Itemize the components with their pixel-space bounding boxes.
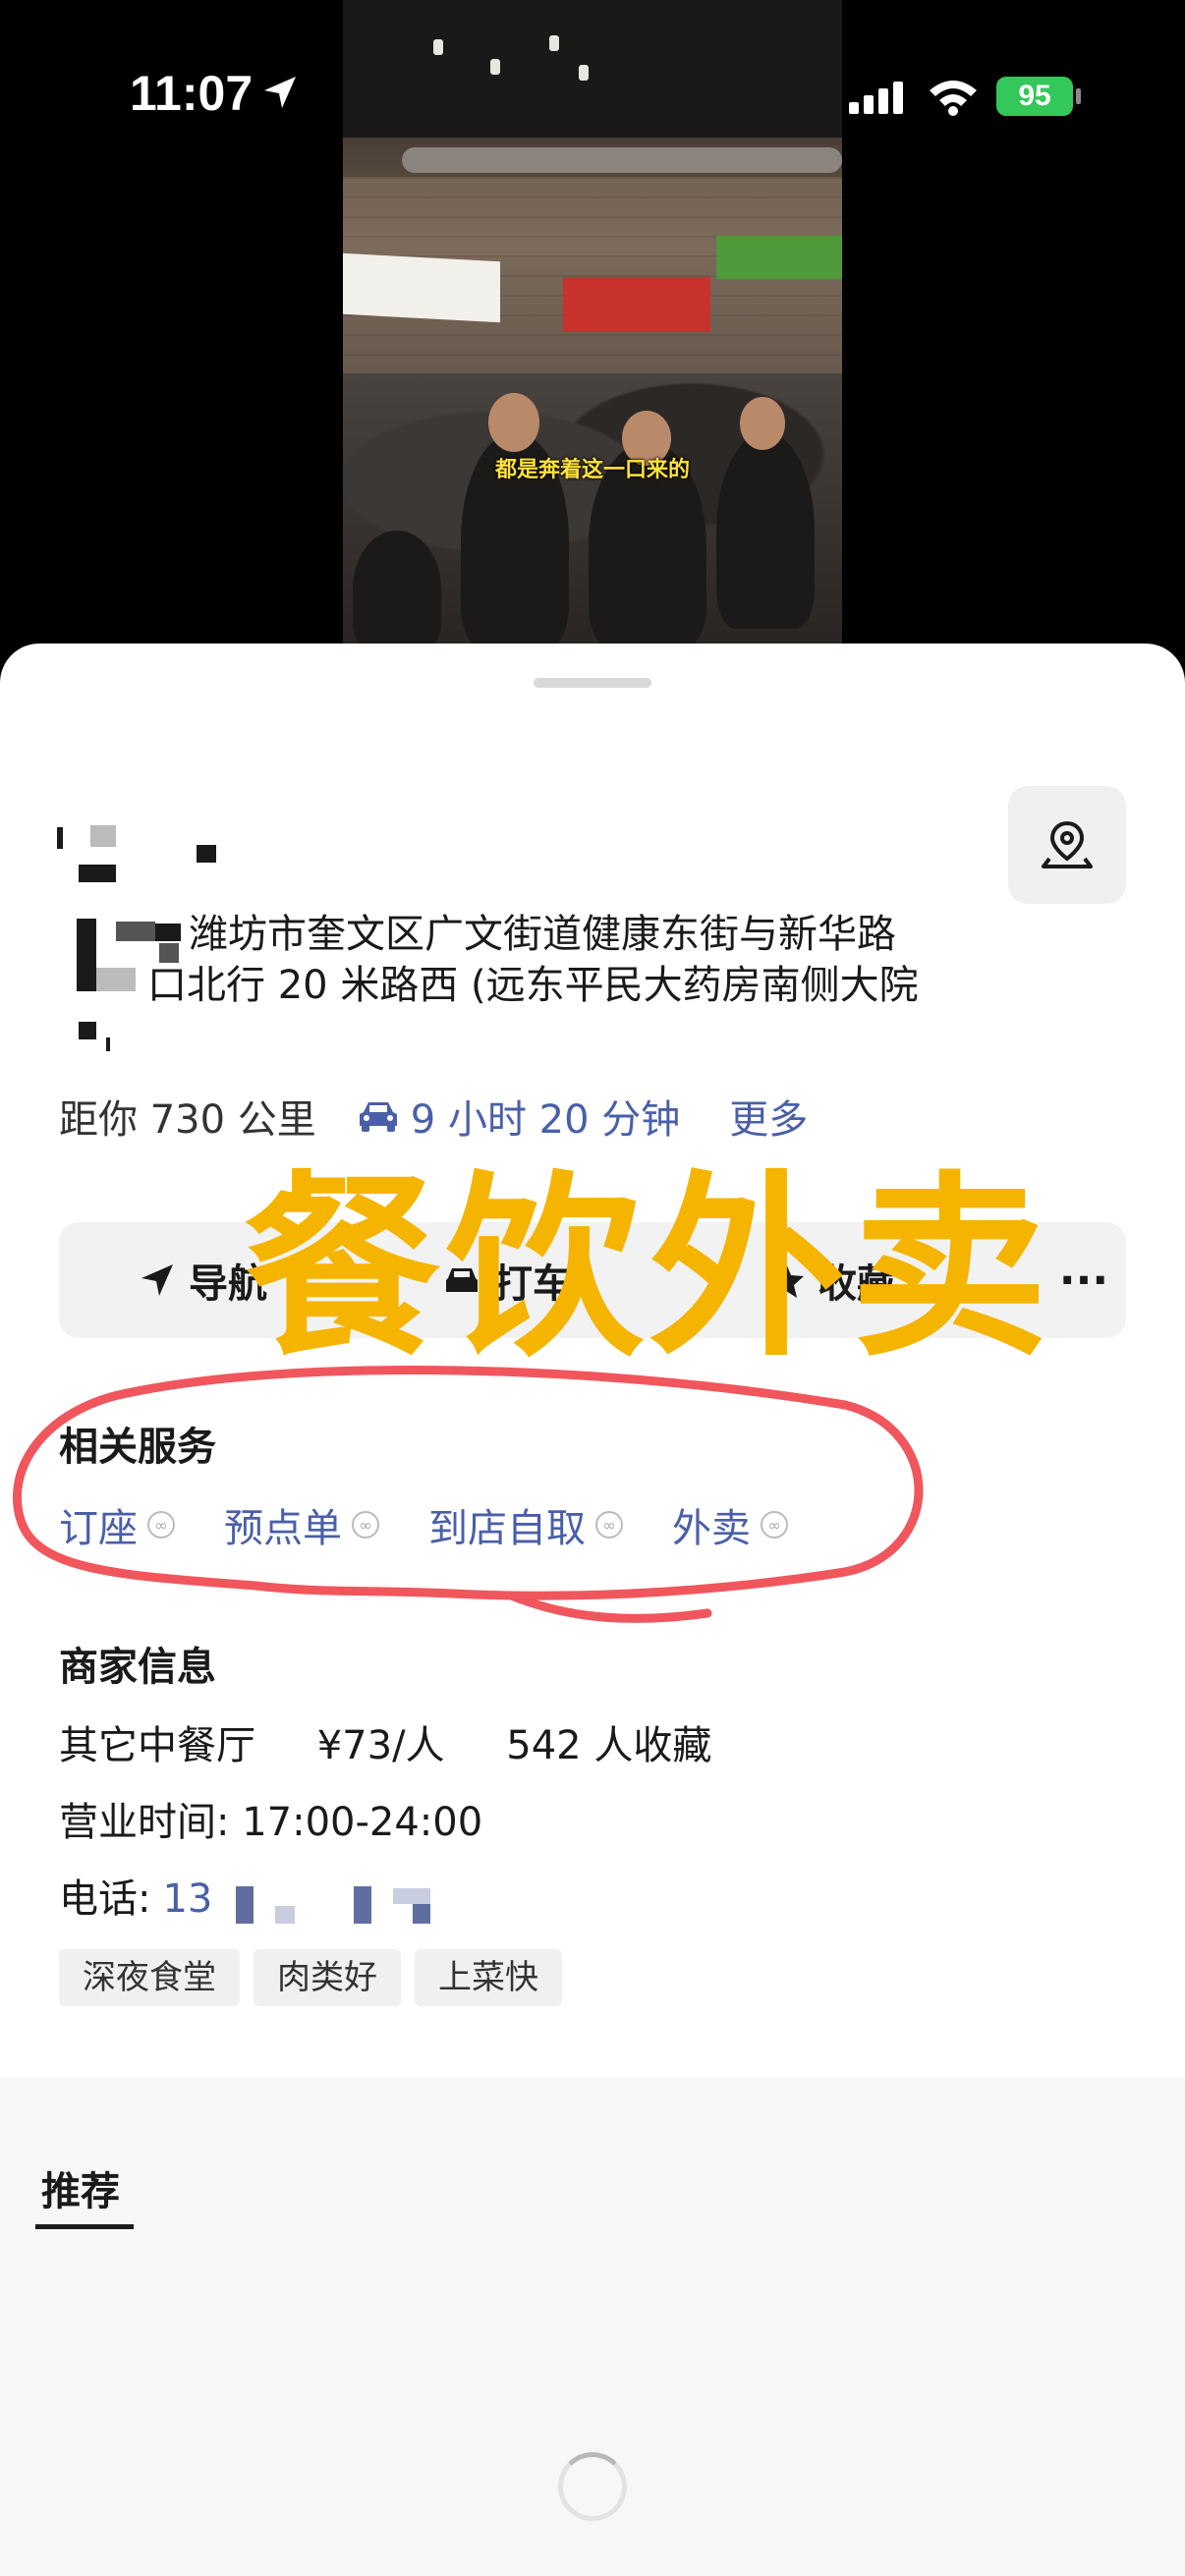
car-icon <box>359 1102 397 1132</box>
video-person <box>353 531 441 644</box>
service-label: 预点单 <box>224 1506 342 1551</box>
content-tabbar <box>0 2093 1185 2230</box>
map-location-button[interactable] <box>1008 786 1126 904</box>
service-label: 外卖 <box>672 1506 751 1551</box>
video-sign-red <box>563 277 710 332</box>
mini-program-icon: ∞ <box>352 1511 379 1539</box>
phone-row: 电话: 13 <box>59 1867 261 1924</box>
service-pickup[interactable]: 到店自取 ∞ <box>428 1496 623 1553</box>
drive-time-link[interactable]: 9 小时 20 分钟 <box>356 1088 681 1145</box>
service-reserve[interactable]: 订座 ∞ <box>59 1496 175 1553</box>
drive-time-text: 9 小时 20 分钟 <box>410 1097 681 1143</box>
status-time: 11:07 <box>130 66 254 121</box>
video-ceiling <box>343 0 842 138</box>
video-air-duct <box>402 147 842 173</box>
merchant-category: 其它中餐厅 <box>59 1723 255 1768</box>
cellular-signal-icon <box>849 82 903 114</box>
merchant-price: ¥73/人 <box>316 1723 445 1768</box>
tab-recommend[interactable]: 推荐 <box>41 2159 120 2216</box>
merchant-title: 商家信息 <box>59 1645 216 1690</box>
wifi-icon <box>930 81 977 116</box>
address-line-2: 口北行 20 米路西 (远东平民大药房南侧大院 <box>147 963 919 1008</box>
video-person-head <box>488 393 539 452</box>
mini-program-icon: ∞ <box>147 1511 175 1539</box>
video-sign-white <box>343 252 500 323</box>
video-ceiling-light <box>579 65 589 81</box>
merchant-tag: 深夜食堂 <box>59 1949 240 2006</box>
service-delivery[interactable]: 外卖 ∞ <box>672 1496 788 1553</box>
video-player[interactable]: 都是奔着这一口来的 <box>343 0 842 644</box>
tab-active-indicator <box>35 2224 134 2229</box>
battery-tip <box>1076 88 1081 104</box>
navigation-arrow-icon <box>141 1264 173 1296</box>
phone-value[interactable]: 13 <box>162 1876 212 1922</box>
merchant-tags: 深夜食堂 肉类好 上菜快 <box>59 1949 576 2006</box>
mini-program-icon: ∞ <box>595 1511 623 1539</box>
merchant-favorites: 542 人收藏 <box>506 1723 712 1768</box>
service-label: 订座 <box>59 1506 138 1551</box>
distance-text: 距你 730 公里 <box>59 1097 316 1143</box>
services-list: 订座 ∞ 预点单 ∞ 到店自取 ∞ 外卖 ∞ <box>59 1496 837 1553</box>
mini-program-icon: ∞ <box>761 1511 788 1539</box>
more-actions-button[interactable]: ··· <box>1042 1222 1126 1338</box>
service-label: 到店自取 <box>428 1506 586 1551</box>
video-subtitle: 都是奔着这一口来的 <box>494 458 690 482</box>
merchant-tag: 肉类好 <box>254 1949 401 2006</box>
location-arrow-icon <box>264 77 296 108</box>
video-person-head <box>740 397 785 450</box>
video-ceiling-light <box>433 39 443 55</box>
service-preorder[interactable]: 预点单 ∞ <box>224 1496 379 1553</box>
phone-label: 电话: <box>59 1876 151 1922</box>
address-line-1: 潍坊市奎文区广文街道健康东街与新华路 <box>189 912 896 957</box>
overlay-caption: 餐饮外卖 <box>244 1154 1054 1383</box>
battery-indicator: 95 <box>996 77 1073 116</box>
sheet-grabber-handle[interactable] <box>534 678 651 688</box>
merchant-tag: 上菜快 <box>415 1949 562 2006</box>
services-title: 相关服务 <box>59 1425 216 1470</box>
business-hours: 营业时间: 17:00-24:00 <box>59 1800 483 1845</box>
map-pin-icon <box>1042 820 1093 868</box>
distance-row: 距你 730 公里 9 小时 20 分钟 更多 <box>59 1088 808 1145</box>
loading-spinner <box>558 2452 627 2521</box>
video-ceiling-light <box>490 59 500 75</box>
merchant-summary: 其它中餐厅 ¥73/人 542 人收藏 <box>59 1713 761 1770</box>
more-link[interactable]: 更多 <box>729 1088 808 1145</box>
video-ceiling-light <box>549 35 559 51</box>
video-sign-green <box>716 236 842 279</box>
